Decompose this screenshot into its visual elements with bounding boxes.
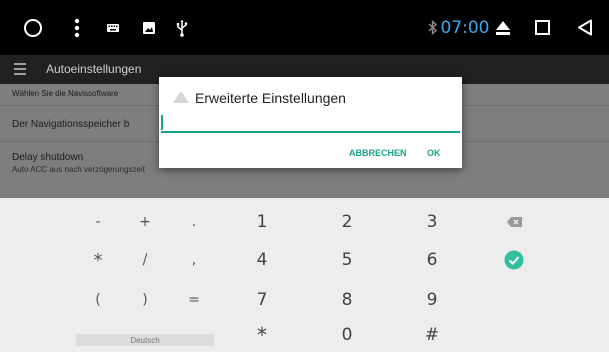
status-bar: 07:00 xyxy=(0,0,609,55)
more-vert-icon[interactable] xyxy=(72,0,82,55)
key-1[interactable]: 1 xyxy=(222,204,302,240)
clock-time: 07:00 xyxy=(440,17,490,38)
key-8[interactable]: 8 xyxy=(307,282,387,318)
key-hash[interactable]: # xyxy=(392,320,472,350)
eject-icon[interactable] xyxy=(493,0,513,55)
back-icon[interactable] xyxy=(576,0,594,55)
backspace-icon[interactable] xyxy=(494,204,534,240)
text-cursor xyxy=(161,115,163,130)
menu-icon[interactable] xyxy=(14,62,30,76)
key-period[interactable]: . xyxy=(164,204,224,240)
settings-item-title: Delay shutdown xyxy=(12,152,84,163)
input-underline xyxy=(161,131,460,133)
app-bar-title: Autoeinstellungen xyxy=(46,62,142,76)
warning-icon xyxy=(172,90,190,104)
image-icon xyxy=(142,0,156,55)
dialog-title: Erweiterte Einstellungen xyxy=(195,90,346,106)
keyboard-icon xyxy=(106,0,120,55)
key-3[interactable]: 3 xyxy=(392,204,472,240)
key-2[interactable]: 2 xyxy=(307,204,387,240)
ok-button[interactable]: OK xyxy=(427,143,441,163)
settings-item-subtitle: Auto ACC aus nach verzögerungszeit xyxy=(12,165,145,174)
numeric-keyboard: - + . * / , ( ) = 1 2 3 4 5 6 7 8 9 * 0 … xyxy=(0,198,609,352)
circle-icon[interactable] xyxy=(22,0,44,55)
usb-icon xyxy=(174,0,190,55)
key-9[interactable]: 9 xyxy=(392,282,472,318)
key-0[interactable]: 0 xyxy=(307,320,387,350)
language-space-key[interactable]: Deutsch xyxy=(76,334,214,346)
key-6[interactable]: 6 xyxy=(392,242,472,278)
done-check-icon[interactable] xyxy=(494,242,534,278)
settings-item-title: Der Navigationsspeicher b xyxy=(12,119,130,130)
bluetooth-icon xyxy=(426,0,438,55)
key-7[interactable]: 7 xyxy=(222,282,302,318)
key-4[interactable]: 4 xyxy=(222,242,302,278)
settings-item-title: Wählen Sie die Navissoftware xyxy=(12,89,119,98)
key-asterisk[interactable]: * xyxy=(222,320,302,350)
square-icon[interactable] xyxy=(533,0,551,55)
key-equals[interactable]: = xyxy=(164,282,224,318)
key-5[interactable]: 5 xyxy=(307,242,387,278)
cancel-button[interactable]: ABBRECHEN xyxy=(349,143,407,163)
advanced-settings-dialog: Erweiterte Einstellungen ABBRECHEN OK xyxy=(159,77,462,168)
password-input[interactable] xyxy=(161,112,460,132)
key-comma[interactable]: , xyxy=(164,242,224,278)
